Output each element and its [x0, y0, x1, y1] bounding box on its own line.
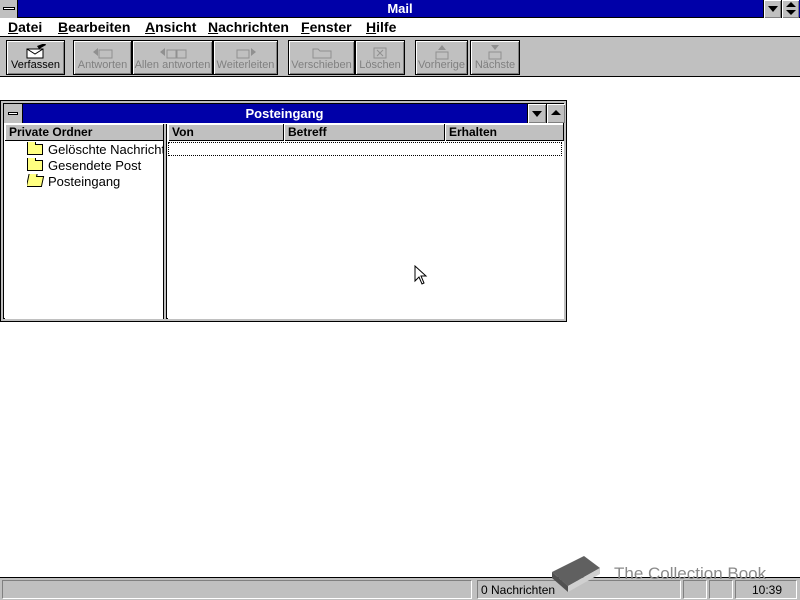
forward-icon — [236, 48, 256, 59]
previous-icon — [435, 45, 448, 60]
menu-accelerator: N — [208, 19, 219, 35]
folder-item-deleted[interactable]: Gelöschte Nachrichten — [27, 142, 164, 158]
book-logo-icon — [552, 556, 600, 592]
reply-icon — [92, 48, 112, 59]
restore-button[interactable] — [781, 0, 799, 18]
forward-button[interactable]: Weiterleiten — [213, 40, 278, 75]
menu-bar: Datei Bearbeiten Ansicht Nachrichten Fen… — [0, 18, 800, 37]
reply-all-label: Allen antworten — [134, 59, 211, 71]
menu-datei[interactable]: Datei — [8, 19, 42, 35]
menu-accelerator: F — [301, 19, 310, 35]
previous-label: Vorherige — [417, 59, 466, 71]
delete-icon — [373, 47, 387, 59]
delete-label: Löschen — [359, 59, 401, 71]
toolbar: Verfassen Antworten Allen antworten Weit… — [0, 37, 800, 77]
folder-label: Gesendete Post — [48, 158, 142, 173]
pane-splitter[interactable] — [164, 124, 167, 319]
watermark-text: The Collection Book — [614, 564, 767, 583]
open-folder-icon — [27, 176, 45, 187]
menu-hilfe[interactable]: Hilfe — [366, 19, 396, 35]
folder-header[interactable]: Private Ordner — [5, 124, 163, 141]
status-message-area — [2, 580, 472, 599]
selected-row-focus[interactable] — [168, 142, 562, 156]
reply-label: Antworten — [77, 59, 128, 71]
restore-up-icon — [786, 2, 796, 7]
move-icon — [312, 48, 331, 59]
minimize-icon — [768, 6, 778, 12]
column-header-from[interactable]: Von — [168, 124, 284, 141]
menu-fenster[interactable]: Fenster — [301, 19, 352, 35]
column-header-subject[interactable]: Betreff — [284, 124, 445, 141]
message-list[interactable]: Von Betreff Erhalten — [168, 124, 564, 319]
move-label: Verschieben — [291, 59, 352, 71]
folder-item-sent[interactable]: Gesendete Post — [27, 158, 164, 174]
next-label: Nächste — [474, 59, 516, 71]
menu-accelerator: B — [58, 19, 69, 35]
folder-icon — [27, 158, 43, 171]
minimize-button[interactable] — [763, 0, 781, 18]
menu-bearbeiten[interactable]: Bearbeiten — [58, 19, 130, 35]
move-button[interactable]: Verschieben — [288, 40, 355, 75]
menu-nachrichten[interactable]: Nachrichten — [208, 19, 289, 35]
inbox-title: Posteingang — [245, 106, 324, 121]
forward-label: Weiterleiten — [216, 59, 275, 71]
column-headers: Von Betreff Erhalten — [168, 124, 564, 141]
inbox-maximize-icon — [551, 110, 561, 115]
next-icon — [488, 45, 502, 60]
column-header-received[interactable]: Erhalten — [445, 124, 564, 141]
compose-button[interactable]: Verfassen — [6, 40, 65, 75]
compose-label: Verfassen — [11, 59, 60, 71]
watermark: The Collection Book — [548, 548, 788, 598]
inbox-title-bar[interactable]: Posteingang — [4, 104, 565, 123]
menu-ansicht[interactable]: Ansicht — [145, 19, 196, 35]
folder-label: Gelöschte Nachrichten — [48, 142, 164, 157]
reply-all-icon — [159, 48, 186, 59]
previous-button[interactable]: Vorherige — [415, 40, 468, 75]
reply-all-button[interactable]: Allen antworten — [132, 40, 213, 75]
inbox-minimize-button[interactable] — [527, 104, 546, 123]
app-title: Mail — [387, 1, 413, 16]
delete-button[interactable]: Löschen — [355, 40, 405, 75]
app-title-bar[interactable]: Mail — [0, 0, 800, 18]
menu-accelerator: D — [8, 19, 19, 35]
folder-label: Posteingang — [48, 174, 121, 189]
inbox-minimize-icon — [532, 111, 542, 117]
inbox-maximize-button[interactable] — [546, 104, 565, 123]
compose-icon — [26, 44, 46, 59]
menu-accelerator: A — [145, 19, 156, 35]
folder-pane: Private Ordner Gelöschte Nachrichten Ges… — [5, 124, 164, 319]
mouse-cursor-icon — [414, 265, 428, 285]
next-button[interactable]: Nächste — [470, 40, 520, 75]
menu-accelerator: H — [366, 19, 377, 35]
folder-item-inbox[interactable]: Posteingang — [27, 174, 164, 190]
inbox-window[interactable]: Posteingang Private Ordner Gelöschte Nac… — [0, 100, 567, 322]
restore-down-icon — [786, 10, 796, 15]
folder-icon — [27, 142, 43, 155]
reply-button[interactable]: Antworten — [73, 40, 132, 75]
